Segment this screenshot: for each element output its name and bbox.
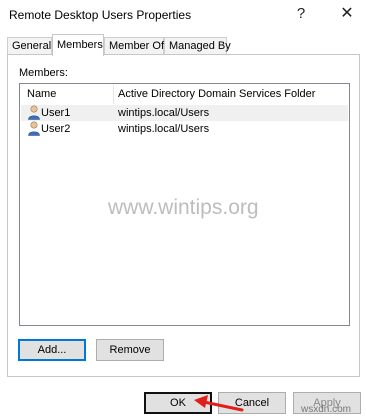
add-button[interactable]: Add... <box>18 339 86 361</box>
tab-member-of[interactable]: Member Of <box>104 37 164 54</box>
list-item[interactable]: User1 wintips.local/Users <box>21 105 348 121</box>
members-label: Members: <box>19 67 68 79</box>
column-header-folder[interactable]: Active Directory Domain Services Folder <box>118 88 315 100</box>
tab-managed-by[interactable]: Managed By <box>164 37 231 54</box>
user-icon <box>28 105 40 120</box>
member-folder: wintips.local/Users <box>118 107 210 119</box>
title-bar: Remote Desktop Users Properties ? ✕ <box>0 0 366 30</box>
member-folder: wintips.local/Users <box>118 123 210 135</box>
column-header-name[interactable]: Name <box>27 88 56 100</box>
watermark: www.wintips.org <box>108 196 259 219</box>
window-title: Remote Desktop Users Properties <box>9 8 192 22</box>
tab-members[interactable]: Members <box>52 34 104 56</box>
footer-watermark: wsxdn.com <box>301 404 352 415</box>
tab-general[interactable]: General <box>7 37 52 54</box>
remove-button[interactable]: Remove <box>96 339 164 361</box>
close-button[interactable]: ✕ <box>332 2 362 26</box>
member-name: User1 <box>41 107 71 119</box>
list-item[interactable]: User2 wintips.local/Users <box>21 121 348 137</box>
column-separator[interactable] <box>113 85 114 104</box>
user-icon <box>28 121 40 136</box>
member-name: User2 <box>41 123 71 135</box>
annotation-arrow-icon <box>194 395 244 412</box>
help-button[interactable]: ? <box>286 2 316 26</box>
